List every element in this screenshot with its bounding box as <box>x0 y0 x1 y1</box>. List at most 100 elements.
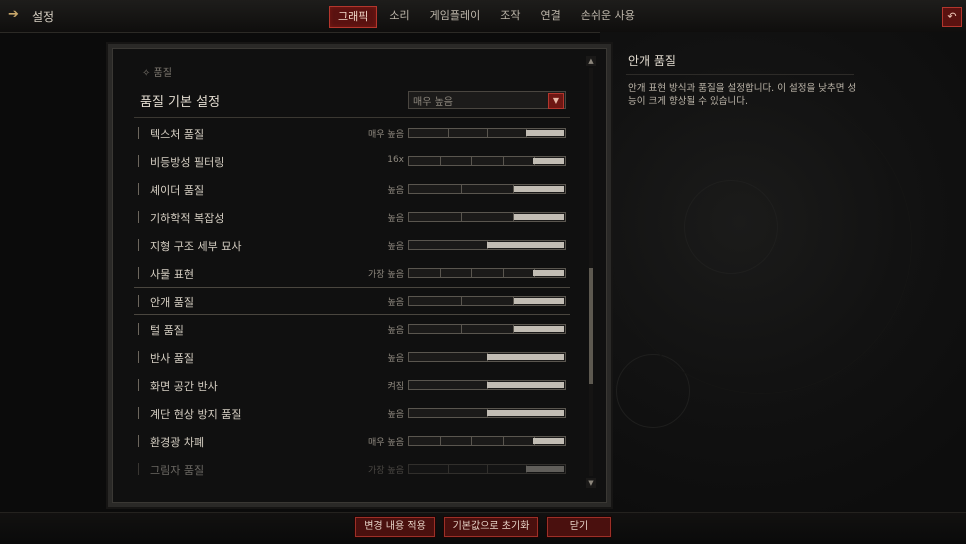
setting-label: 사물 표현 <box>150 268 194 281</box>
page-title: 설정 <box>32 10 55 24</box>
info-description: 안개 표현 방식과 품질을 설정합니다. 이 설정을 낮추면 성능이 크게 향상… <box>628 83 857 107</box>
slider-segment <box>448 465 449 473</box>
setting-value: 매우 높음 <box>368 130 404 140</box>
scroll-up-icon[interactable]: ▲ <box>586 56 596 66</box>
setting-slider[interactable] <box>408 352 566 362</box>
scrollbar-thumb[interactable] <box>589 268 593 384</box>
tab-gameplay[interactable]: 게임플레이 <box>422 6 489 26</box>
row-marker <box>138 127 139 139</box>
divider <box>626 74 854 75</box>
row-marker <box>138 155 139 167</box>
arrow-left-icon[interactable]: ➔ <box>8 8 26 22</box>
setting-row[interactable]: 지형 구조 세부 묘사 높음 <box>134 232 570 258</box>
slider-segment <box>461 185 462 193</box>
setting-row[interactable]: 그림자 품질 가장 높음 <box>134 456 570 482</box>
divider <box>134 117 570 118</box>
info-title: 안개 품질 <box>628 54 676 68</box>
scroll-down-icon[interactable]: ▼ <box>586 478 596 488</box>
setting-row[interactable]: 화면 공간 반사 켜짐 <box>134 372 570 398</box>
setting-label: 셰이더 품질 <box>150 184 205 197</box>
slider-fill <box>514 298 564 304</box>
row-marker <box>138 239 139 251</box>
slider-segment <box>487 465 488 473</box>
breadcrumb: ✧ 품질 <box>142 68 172 79</box>
setting-slider[interactable] <box>408 324 566 334</box>
slider-segment <box>471 157 472 165</box>
setting-slider[interactable] <box>408 268 566 278</box>
slider-segment <box>461 213 462 221</box>
dropdown-value: 매우 높음 <box>413 97 453 108</box>
slider-fill <box>514 214 564 220</box>
setting-value: 높음 <box>387 214 404 224</box>
setting-slider[interactable] <box>408 212 566 222</box>
setting-label: 텍스처 품질 <box>150 128 205 141</box>
row-marker <box>138 183 139 195</box>
slider-segment <box>471 437 472 445</box>
setting-slider[interactable] <box>408 128 566 138</box>
setting-slider[interactable] <box>408 240 566 250</box>
setting-slider[interactable] <box>408 436 566 446</box>
slider-segment <box>440 437 441 445</box>
setting-row[interactable]: 사물 표현 가장 높음 <box>134 260 570 286</box>
setting-slider[interactable] <box>408 296 566 306</box>
setting-row[interactable]: 반사 품질 높음 <box>134 344 570 370</box>
setting-row[interactable]: 안개 품질 높음 <box>134 287 570 315</box>
setting-label: 환경광 차폐 <box>150 436 205 449</box>
slider-fill <box>514 186 564 192</box>
close-button[interactable]: 닫기 <box>547 517 611 537</box>
slider-segment <box>448 129 449 137</box>
setting-label: 비등방성 필터링 <box>150 156 225 169</box>
row-marker <box>138 379 139 391</box>
setting-label: 안개 품질 <box>150 296 194 309</box>
tab-connection[interactable]: 연결 <box>532 6 568 26</box>
slider-fill <box>487 242 564 248</box>
setting-slider[interactable] <box>408 156 566 166</box>
slider-fill <box>487 354 564 360</box>
setting-row[interactable]: 셰이더 품질 높음 <box>134 176 570 202</box>
row-marker <box>138 463 139 475</box>
reset-defaults-button[interactable]: 기본값으로 초기화 <box>444 517 538 537</box>
tab-controls[interactable]: 조작 <box>492 6 528 26</box>
setting-label: 반사 품질 <box>150 352 194 365</box>
chevron-down-icon[interactable]: ▼ <box>548 93 564 109</box>
row-marker <box>138 323 139 335</box>
slider-segment <box>440 157 441 165</box>
setting-slider[interactable] <box>408 380 566 390</box>
tab-accessibility[interactable]: 손쉬운 사용 <box>573 6 643 26</box>
apply-changes-button[interactable]: 변경 내용 적용 <box>355 517 435 537</box>
setting-slider[interactable] <box>408 408 566 418</box>
row-marker <box>138 295 139 307</box>
setting-row[interactable]: 털 품질 높음 <box>134 316 570 342</box>
row-marker <box>138 435 139 447</box>
setting-label: 그림자 품질 <box>150 464 205 477</box>
row-marker <box>138 351 139 363</box>
section-title: 품질 기본 설정 <box>140 95 221 110</box>
undo-icon[interactable]: ↶ <box>942 7 962 27</box>
setting-row[interactable]: 환경광 차폐 매우 높음 <box>134 428 570 454</box>
slider-fill <box>487 382 564 388</box>
tab-sound[interactable]: 소리 <box>381 6 417 26</box>
slider-fill <box>533 158 564 164</box>
slider-segment <box>471 269 472 277</box>
setting-slider[interactable] <box>408 464 566 474</box>
setting-row[interactable]: 계단 현상 방지 품질 높음 <box>134 400 570 426</box>
setting-slider[interactable] <box>408 184 566 194</box>
setting-row[interactable]: 텍스처 품질 매우 높음 <box>134 120 570 146</box>
setting-row[interactable]: 기하학적 복잡성 높음 <box>134 204 570 230</box>
slider-fill <box>514 326 564 332</box>
slider-segment <box>503 157 504 165</box>
setting-row[interactable]: 비등방성 필터링 16x <box>134 148 570 174</box>
row-marker <box>138 211 139 223</box>
setting-value: 높음 <box>387 354 404 364</box>
setting-value: 가장 높음 <box>368 466 404 476</box>
slider-segment <box>461 297 462 305</box>
setting-value: 높음 <box>387 298 404 308</box>
row-marker <box>138 267 139 279</box>
quality-preset-dropdown[interactable]: 매우 높음 ▼ <box>408 91 566 109</box>
slider-segment <box>487 129 488 137</box>
rune-circle-decoration <box>610 92 912 394</box>
setting-label: 계단 현상 방지 품질 <box>150 408 242 421</box>
tab-graphics[interactable]: 그래픽 <box>329 6 378 28</box>
setting-value: 높음 <box>387 410 404 420</box>
slider-fill <box>526 466 564 472</box>
